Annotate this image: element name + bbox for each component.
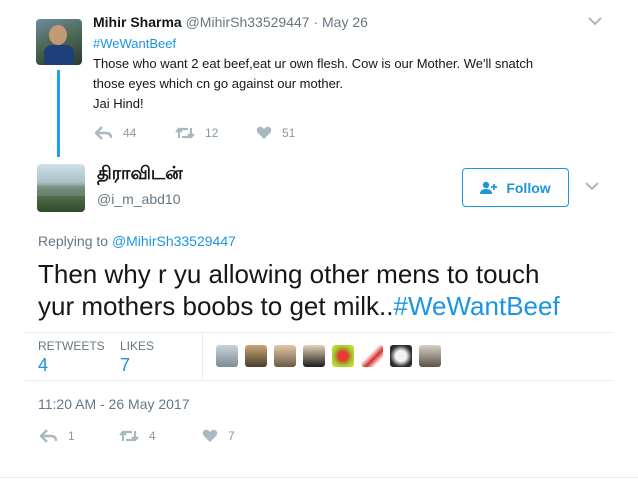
likes-value: 7: [120, 355, 131, 375]
follow-user-icon: [480, 181, 498, 195]
follow-button[interactable]: Follow: [462, 168, 569, 207]
parent-text-line-2: those eyes which cn go against our mothe…: [93, 76, 344, 91]
likes-stat[interactable]: LIKES 7: [120, 339, 154, 376]
heart-icon: [256, 126, 272, 140]
heart-icon: [202, 429, 218, 443]
parent-like-count: 51: [282, 126, 296, 140]
parent-retweet-count: 12: [205, 126, 219, 140]
replying-to-link[interactable]: @MihirSh33529447: [112, 233, 236, 249]
liker-avatars: [216, 345, 448, 372]
main-display-name[interactable]: திராவிடன்: [97, 163, 183, 186]
chevron-down-icon: [588, 17, 602, 26]
liker-avatar[interactable]: [216, 345, 238, 367]
parent-text-line-1: Those who want 2 eat beef,eat ur own fle…: [93, 56, 534, 71]
main-like-count: 7: [228, 429, 235, 443]
retweet-icon: [175, 126, 195, 140]
retweets-value: 4: [38, 355, 49, 375]
main-handle[interactable]: @i_m_abd10: [97, 191, 181, 207]
parent-avatar[interactable]: [36, 19, 82, 65]
parent-tweet[interactable]: Mihir Sharma @MihirSh33529447 · May 26 #…: [0, 0, 638, 157]
retweets-label: RETWEETS: [38, 339, 105, 353]
liker-avatar[interactable]: [245, 345, 267, 367]
liker-avatar[interactable]: [419, 345, 441, 367]
parent-date[interactable]: May 26: [322, 14, 368, 30]
main-tweet: திராவிடன் @i_m_abd10 Follow Replying to …: [0, 155, 638, 480]
parent-retweet-action[interactable]: 12: [175, 126, 218, 140]
main-like-action[interactable]: 7: [202, 429, 235, 443]
liker-avatar[interactable]: [274, 345, 296, 367]
chevron-down-icon: [585, 182, 599, 191]
dot-separator: ·: [313, 14, 319, 30]
parent-display-name[interactable]: Mihir Sharma: [93, 14, 182, 30]
liker-avatar[interactable]: [303, 345, 325, 367]
main-text-line-2: yur mothers boobs to get milk..: [38, 291, 394, 321]
main-options[interactable]: [585, 181, 599, 191]
parent-reply-count: 44: [123, 126, 137, 140]
tweet-timestamp[interactable]: 11:20 AM - 26 May 2017: [38, 396, 190, 412]
parent-handle[interactable]: @MihirSh33529447: [186, 14, 310, 30]
main-reply-action[interactable]: 1: [40, 429, 75, 443]
liker-avatar[interactable]: [390, 345, 412, 367]
main-retweet-action[interactable]: 4: [119, 429, 156, 443]
follow-label: Follow: [506, 179, 551, 196]
likes-label: LIKES: [120, 339, 155, 353]
parent-options[interactable]: [588, 16, 602, 26]
parent-text-line-3: Jai Hind!: [93, 96, 144, 111]
stats-top-divider: [25, 332, 613, 333]
parent-reply-action[interactable]: 44: [95, 126, 136, 140]
reply-icon: [95, 126, 113, 140]
main-text-line-1: Then why r yu allowing other mens to tou…: [38, 259, 540, 289]
main-retweet-count: 4: [149, 429, 156, 443]
retweets-stat[interactable]: RETWEETS 4: [38, 339, 105, 376]
main-hashtag[interactable]: #WeWantBeef: [393, 291, 559, 321]
liker-avatar[interactable]: [361, 345, 383, 367]
main-avatar[interactable]: [37, 164, 85, 212]
stats-bottom-divider: [25, 380, 613, 381]
bottom-divider: [0, 477, 638, 478]
thread-line: [57, 70, 60, 157]
main-reply-count: 1: [68, 429, 75, 443]
retweet-icon: [119, 429, 139, 443]
stats-vertical-divider: [202, 333, 203, 379]
parent-hashtag[interactable]: #WeWantBeef: [93, 36, 176, 51]
liker-avatar[interactable]: [332, 345, 354, 367]
parent-like-action[interactable]: 51: [256, 126, 295, 140]
reply-icon: [40, 429, 58, 443]
replying-prefix: Replying to: [38, 233, 109, 249]
